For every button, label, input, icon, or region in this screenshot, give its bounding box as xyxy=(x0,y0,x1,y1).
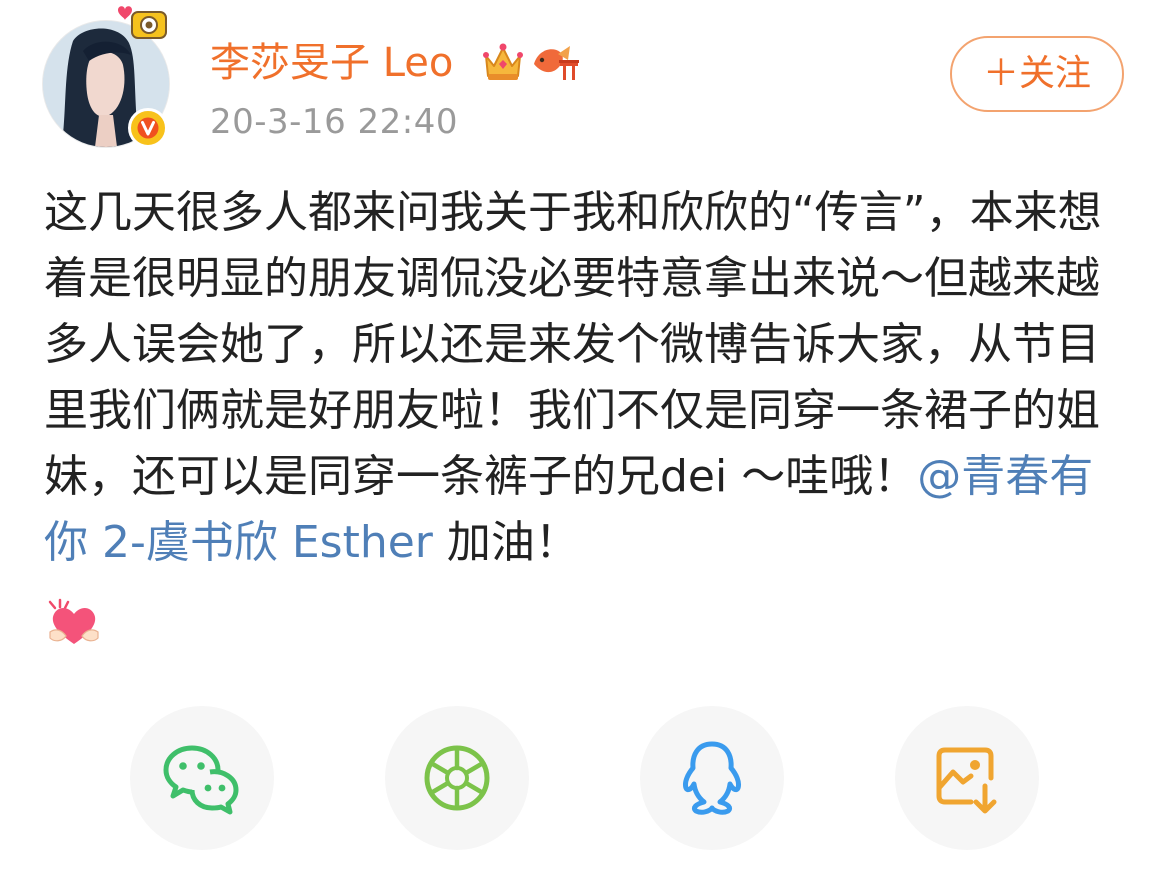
share-wechat-button[interactable] xyxy=(130,706,274,850)
share-moments-button[interactable] xyxy=(385,706,529,850)
share-save-image-button[interactable] xyxy=(895,706,1039,850)
heart-hands-icon xyxy=(46,598,102,650)
koi-fish-icon xyxy=(530,40,580,84)
post-text-end: 加油！ xyxy=(432,517,579,568)
save-image-icon xyxy=(936,747,997,814)
qq-icon xyxy=(683,741,741,815)
username[interactable]: 李莎旻子 Leo xyxy=(210,36,453,90)
wechat-icon xyxy=(163,745,239,815)
follow-button[interactable]: ＋关注 xyxy=(950,36,1124,112)
share-qq-button[interactable] xyxy=(640,706,784,850)
camera-sticker-icon xyxy=(112,2,168,48)
moments-icon xyxy=(424,745,490,811)
post-timestamp: 20-3-16 22:40 xyxy=(210,102,458,142)
crown-icon xyxy=(480,40,526,84)
post-text: 这几天很多人都来问我关于我和欣欣的“传言”，本来想着是很明显的朋友调侃没必要特意… xyxy=(44,180,1134,576)
verified-badge-icon xyxy=(128,108,168,148)
